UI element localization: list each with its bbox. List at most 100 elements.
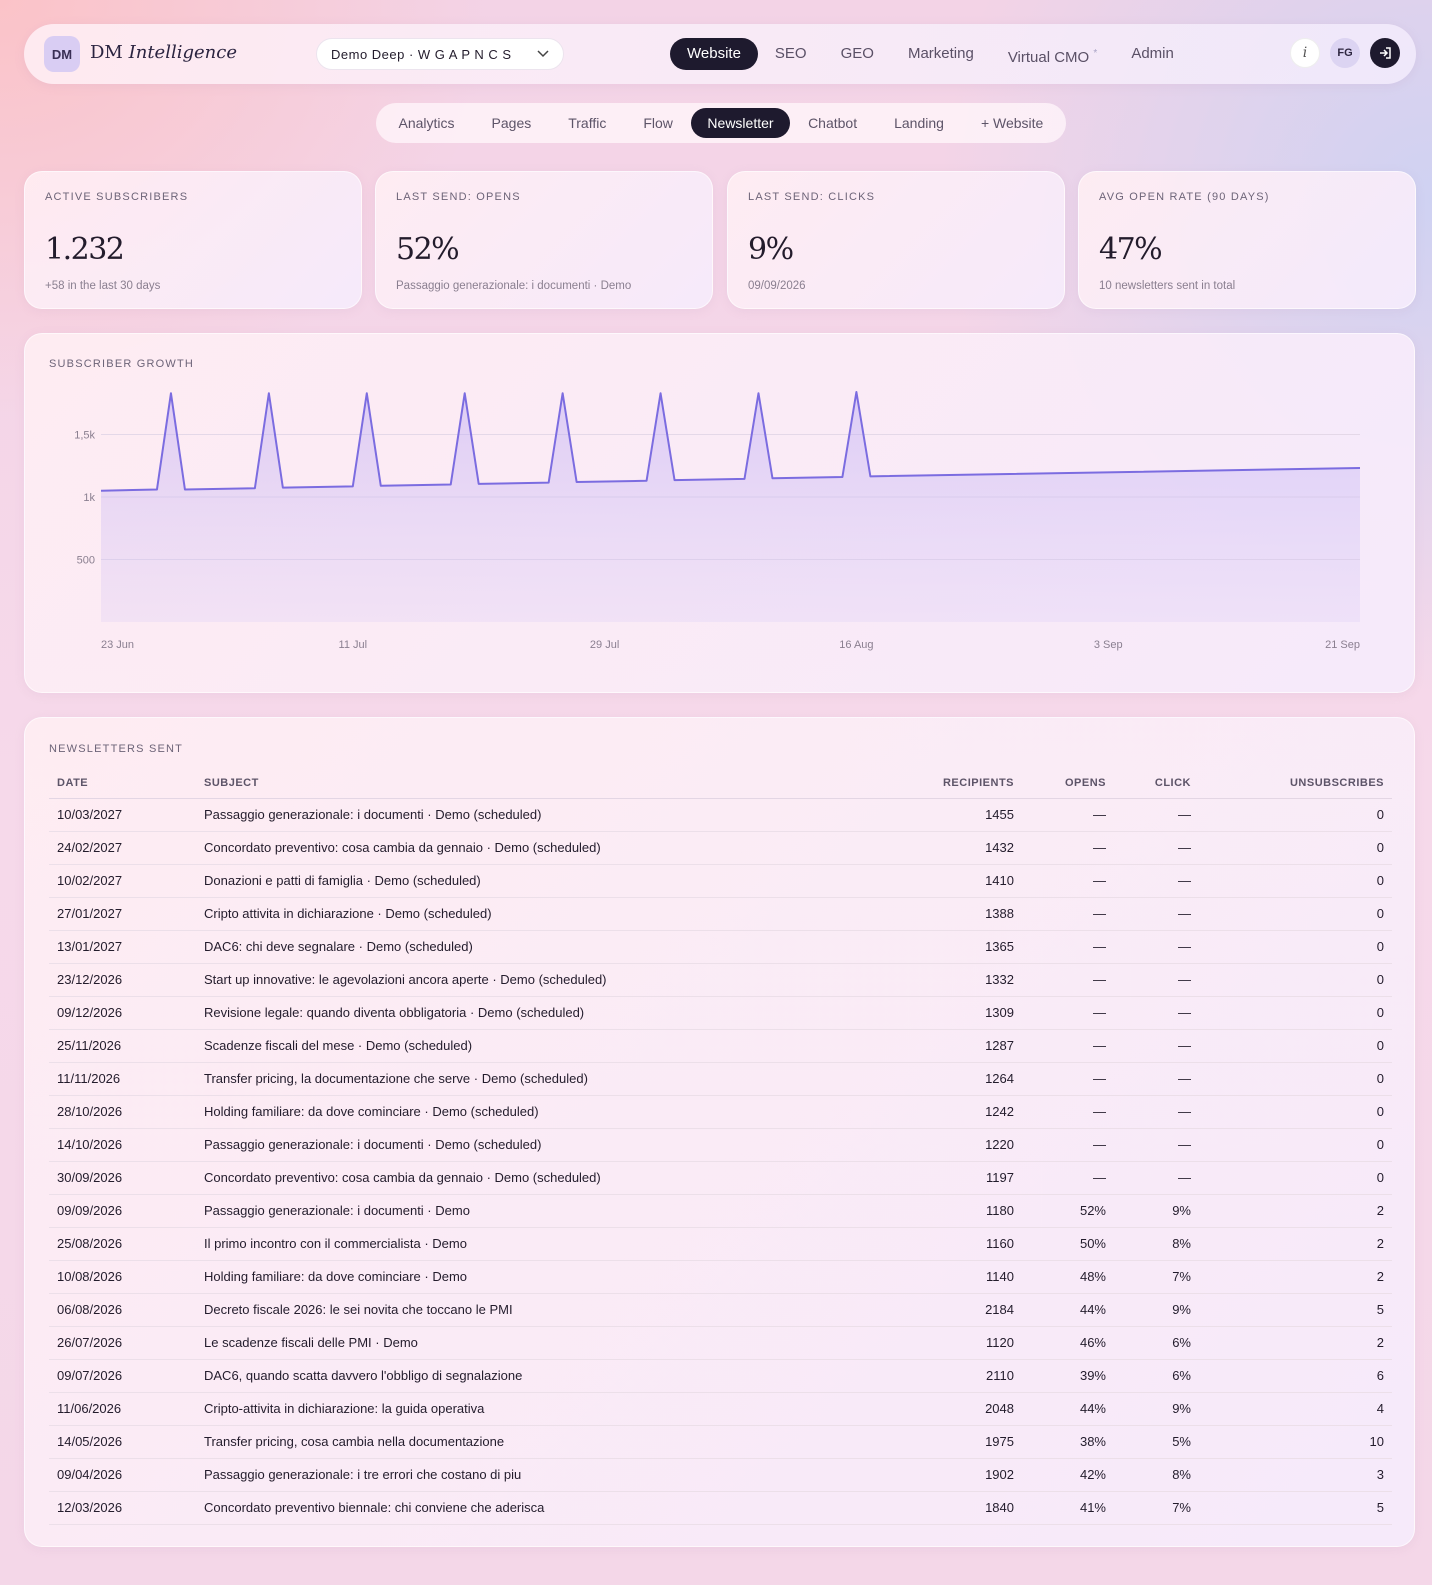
cell-date: 14/05/2026 [49, 1425, 196, 1459]
header-recipients[interactable]: RECIPIENTS [916, 768, 1022, 799]
cell-unsubscribes: 2 [1199, 1227, 1392, 1261]
kpi-sub: Passaggio generazionale: i documenti · D… [396, 280, 632, 292]
cell-click: — [1114, 897, 1199, 931]
cell-unsubscribes: 0 [1199, 864, 1392, 898]
kpi-label: Active subscribers [45, 191, 189, 203]
cell-click: — [1114, 1128, 1199, 1162]
kpi-sub: 09/09/2026 [748, 280, 806, 292]
table-row[interactable]: 28/10/2026 Holding familiare: da dove com… [49, 1095, 1392, 1129]
table-row[interactable]: 06/08/2026 Decreto fiscale 2026: le sei n… [49, 1293, 1392, 1327]
cell-opens: — [1022, 1161, 1114, 1195]
top-bar: DM DM Intelligence Demo Deep · W G A P N… [24, 24, 1416, 84]
table-row[interactable]: 30/09/2026 Concordato preventivo: cosa ca… [49, 1161, 1392, 1195]
table-row[interactable]: 27/01/2027 Cripto attivita in dichiarazio… [49, 897, 1392, 931]
cell-recipients: 1332 [916, 963, 1022, 997]
tab-traffic[interactable]: Traffic [550, 108, 625, 138]
nav-item-website[interactable]: Website [670, 38, 758, 70]
header-subject[interactable]: SUBJECT [196, 768, 916, 799]
kpi-card-avg-open-rate: Avg open rate (90 days) 47% 10 newslette… [1078, 171, 1416, 309]
nav-item-label: Marketing [907, 45, 974, 62]
info-button[interactable]: i [1290, 38, 1320, 68]
kpi-value: 52% [396, 232, 460, 267]
cell-opens: — [1022, 897, 1114, 931]
header-opens[interactable]: OPENS [1022, 768, 1114, 799]
nav-item-marketing[interactable]: Marketing [891, 38, 991, 70]
nav-item-virtual-cmo[interactable]: Virtual CMO * [991, 38, 1115, 70]
tab-chatbot[interactable]: Chatbot [790, 108, 876, 138]
cell-unsubscribes: 0 [1199, 1095, 1392, 1129]
cell-recipients: 1120 [916, 1326, 1022, 1360]
cell-subject: DAC6, quando scatta davvero l'obbligo di… [196, 1359, 916, 1393]
table-row[interactable]: 10/03/2027 Passaggio generazionale: i doc… [49, 798, 1392, 832]
cell-unsubscribes: 5 [1199, 1293, 1392, 1327]
cell-date: 25/11/2026 [49, 1029, 196, 1063]
nav-item-label: GEO [840, 45, 874, 62]
site-select[interactable]: Demo Deep · W G A P N C S [316, 38, 564, 70]
table-row[interactable]: 11/06/2026 Cripto-attivita in dichiarazio… [49, 1392, 1392, 1426]
table-row[interactable]: 25/08/2026 Il primo incontro con il comme… [49, 1227, 1392, 1261]
cell-subject: Concordato preventivo: cosa cambia da ge… [196, 831, 916, 865]
cell-unsubscribes: 6 [1199, 1359, 1392, 1393]
nav-item-seo[interactable]: SEO [758, 38, 824, 70]
table-row[interactable]: 24/02/2027 Concordato preventivo: cosa ca… [49, 831, 1392, 865]
x-tick-label: 3 Sep [1094, 639, 1123, 651]
tab-flow[interactable]: Flow [625, 108, 692, 138]
logout-button[interactable] [1370, 38, 1400, 68]
cell-unsubscribes: 0 [1199, 930, 1392, 964]
cell-opens: 44% [1022, 1392, 1114, 1426]
tab-newsletter[interactable]: Newsletter [691, 108, 790, 138]
brand-name: DM Intelligence [90, 42, 237, 63]
table-row[interactable]: 12/03/2026 Concordato preventivo biennale… [49, 1491, 1392, 1525]
cell-subject: Il primo incontro con il commercialista … [196, 1227, 916, 1261]
table-row[interactable]: 11/11/2026 Transfer pricing, la documenta… [49, 1062, 1392, 1096]
table-row[interactable]: 13/01/2027 DAC6: chi deve segnalare · Dem… [49, 930, 1392, 964]
cell-recipients: 2110 [916, 1359, 1022, 1393]
kpi-card-last-send-clicks: Last send: clicks 9% 09/09/2026 [727, 171, 1065, 309]
x-tick-label: 21 Sep [1325, 639, 1360, 651]
cell-date: 12/03/2026 [49, 1491, 196, 1525]
table-row[interactable]: 10/02/2027 Donazioni e patti di famiglia … [49, 864, 1392, 898]
tab-website[interactable]: + Website [962, 108, 1061, 138]
cell-unsubscribes: 0 [1199, 897, 1392, 931]
cell-unsubscribes: 0 [1199, 963, 1392, 997]
table-header-row: DATE SUBJECT RECIPIENTS OPENS CLICK UNSU… [49, 768, 1392, 799]
cell-subject: Holding familiare: da dove cominciare · … [196, 1260, 916, 1294]
cell-date: 10/08/2026 [49, 1260, 196, 1294]
tab-analytics[interactable]: Analytics [380, 108, 473, 138]
tab-pages[interactable]: Pages [473, 108, 550, 138]
cell-subject: Passaggio generazionale: i documenti · D… [196, 1128, 916, 1162]
tab-landing[interactable]: Landing [876, 108, 963, 138]
cell-unsubscribes: 2 [1199, 1326, 1392, 1360]
table-row[interactable]: 23/12/2026 Start up innovative: le agevol… [49, 963, 1392, 997]
cell-click: — [1114, 831, 1199, 865]
kpi-card-active-subscribers: Active subscribers 1.232 +58 in the last… [24, 171, 362, 309]
nav-item-geo[interactable]: GEO [824, 38, 891, 70]
table-row[interactable]: 14/05/2026 Transfer pricing, cosa cambia … [49, 1425, 1392, 1459]
main-nav: Website SEO GEO Marketing Virtual CMO * Admin [670, 38, 1191, 70]
table-row[interactable]: 09/09/2026 Passaggio generazionale: i doc… [49, 1194, 1392, 1228]
table-row[interactable]: 26/07/2026 Le scadenze fiscali delle PMI … [49, 1326, 1392, 1360]
nav-item-admin[interactable]: Admin [1114, 38, 1191, 70]
table-row[interactable]: 10/08/2026 Holding familiare: da dove com… [49, 1260, 1392, 1294]
table-row[interactable]: 09/07/2026 DAC6, quando scatta davvero l'… [49, 1359, 1392, 1393]
cell-subject: Scadenze fiscali del mese · Demo (schedu… [196, 1029, 916, 1063]
cell-unsubscribes: 2 [1199, 1260, 1392, 1294]
cell-opens: — [1022, 1062, 1114, 1096]
header-click[interactable]: CLICK [1114, 768, 1199, 799]
cell-recipients: 1975 [916, 1425, 1022, 1459]
avatar[interactable]: FG [1330, 38, 1360, 68]
cell-date: 26/07/2026 [49, 1326, 196, 1360]
table-row[interactable]: 09/04/2026 Passaggio generazionale: i tre… [49, 1458, 1392, 1492]
table-row[interactable]: 09/12/2026 Revisione legale: quando diven… [49, 996, 1392, 1030]
cell-recipients: 1264 [916, 1062, 1022, 1096]
cell-subject: Decreto fiscale 2026: le sei novita che … [196, 1293, 916, 1327]
header-unsubscribes[interactable]: UNSUBSCRIBES [1199, 768, 1392, 799]
x-tick-label: 23 Jun [101, 639, 134, 651]
header-date[interactable]: DATE [49, 768, 196, 799]
cell-click: 8% [1114, 1227, 1199, 1261]
cell-unsubscribes: 2 [1199, 1194, 1392, 1228]
table-row[interactable]: 25/11/2026 Scadenze fiscali del mese · De… [49, 1029, 1392, 1063]
table-row[interactable]: 14/10/2026 Passaggio generazionale: i doc… [49, 1128, 1392, 1162]
subscriber-growth-card: Subscriber growth 500 1k 1,5k 23 Jun 11 Jul 2… [24, 333, 1415, 693]
cell-date: 06/08/2026 [49, 1293, 196, 1327]
